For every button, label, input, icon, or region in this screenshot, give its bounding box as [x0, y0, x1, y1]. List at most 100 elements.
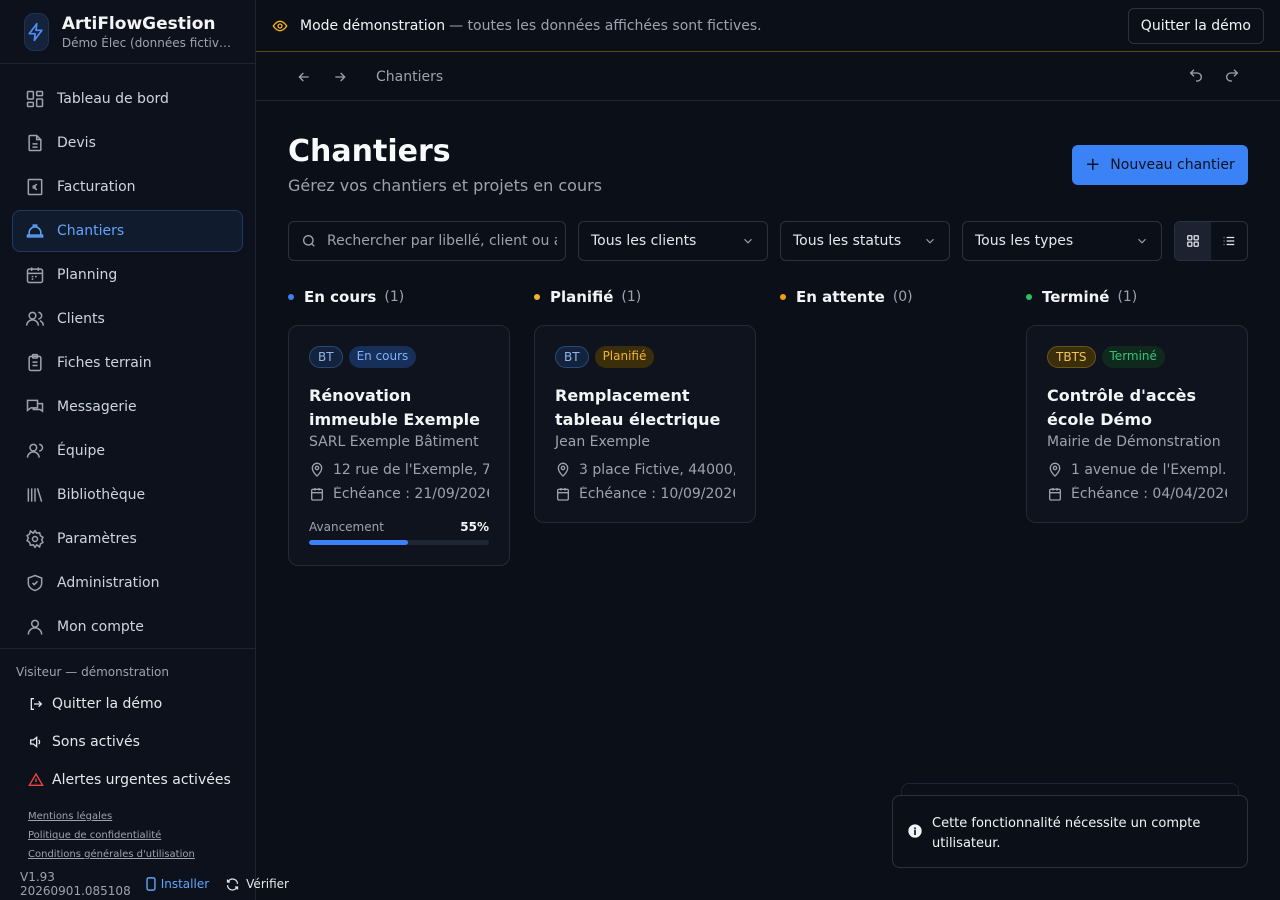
address-text: 3 place Fictive, 44000,... [579, 462, 735, 478]
kanban-column-termine: Terminé (1) TBTS Terminé Contrôle d'accè… [1026, 287, 1248, 523]
sidebar-item-label: Clients [57, 311, 105, 327]
address-text: 12 rue de l'Exemple, 7... [333, 462, 489, 478]
sidebar-item-bibliotheque[interactable]: Bibliothèque [12, 474, 243, 516]
sidebar-item-chantiers[interactable]: Chantiers [12, 210, 243, 252]
client-filter-value: Tous les clients [591, 233, 697, 249]
chantier-card[interactable]: BT Planifié Remplacement tableau électri… [534, 325, 756, 523]
column-title: Planifié [550, 288, 614, 306]
chantier-title: Contrôle d'accès école Démo [1047, 386, 1197, 429]
chantier-title: Rénovation immeuble Exemple [309, 386, 480, 429]
list-icon [1223, 236, 1235, 246]
verify-button[interactable]: Vérifier [225, 877, 289, 892]
sidebar-item-label: Paramètres [57, 531, 137, 547]
map-pin-icon [1049, 462, 1061, 477]
deadline-text: Échéance : 21/09/2026 [333, 486, 489, 502]
map-pin-icon [557, 462, 569, 477]
demo-mode-description: — toutes les données affichées sont fict… [449, 17, 762, 34]
chantier-card[interactable]: BT En cours Rénovation immeuble Exemple … [288, 325, 510, 566]
sidebar-item-tableau-de-bord[interactable]: Tableau de bord [12, 78, 243, 120]
sidebar-item-fiches-terrain[interactable]: Fiches terrain [12, 342, 243, 384]
type-badge: TBTS [1047, 346, 1096, 368]
sidebar-item-label: Fiches terrain [57, 355, 152, 371]
chantier-address: 12 rue de l'Exemple, 7... [309, 462, 489, 478]
forward-arrow-icon[interactable] [332, 69, 348, 85]
sidebar-item-parametres[interactable]: Paramètres [12, 518, 243, 560]
team-icon [26, 443, 44, 458]
dashboard-icon [26, 90, 44, 108]
sidebar-item-equipe[interactable]: Équipe [12, 430, 243, 472]
sidebar-item-mon-compte[interactable]: Mon compte [12, 606, 243, 648]
speaker-icon [30, 735, 41, 749]
new-chantier-button[interactable]: + Nouveau chantier [1072, 145, 1248, 185]
back-arrow-icon[interactable] [296, 69, 312, 85]
column-title: Terminé [1042, 288, 1110, 306]
logout-icon [30, 698, 43, 710]
sidebar-item-label: Chantiers [57, 223, 125, 239]
install-label: Installer [160, 877, 210, 891]
phone-icon [146, 877, 156, 891]
chevron-down-icon [744, 238, 752, 244]
chantier-card[interactable]: TBTS Terminé Contrôle d'accès école Démo… [1026, 325, 1248, 523]
kanban-column-en-cours: En cours (1) BT En cours Rénovation imme… [288, 287, 510, 566]
status-dot [534, 294, 540, 300]
sidebar-item-facturation[interactable]: Facturation [12, 166, 243, 208]
status-dot [288, 294, 294, 300]
quit-demo-link[interactable]: Quitter la démo [0, 685, 255, 723]
sidebar-item-administration[interactable]: Administration [12, 562, 243, 604]
undo-icon[interactable] [1188, 67, 1204, 87]
sidebar-footer: Visiteur — démonstration Quitter la démo… [0, 648, 289, 898]
column-count: (0) [892, 289, 913, 305]
sidebar-nav: Tableau de bord Devis Facturation Chanti… [0, 64, 255, 648]
column-count: (1) [384, 289, 405, 305]
breadcrumb-current: Chantiers [376, 68, 444, 85]
shield-icon [27, 574, 43, 592]
sounds-toggle[interactable]: Sons activés [0, 723, 255, 761]
euro-icon [27, 178, 43, 196]
chantier-deadline: Échéance : 21/09/2026 [309, 486, 489, 502]
progress-value: 55% [460, 520, 489, 534]
brand[interactable]: ArtiFlowGestion Démo Élec (données ficti… [0, 0, 255, 64]
client-filter-select[interactable]: Tous les clients [578, 221, 768, 261]
sidebar-item-clients[interactable]: Clients [12, 298, 243, 340]
grid-view-button[interactable] [1175, 222, 1211, 260]
status-badge: Terminé [1101, 346, 1165, 368]
view-toggle [1174, 221, 1248, 261]
document-icon [28, 134, 42, 152]
app-name: ArtiFlowGestion [61, 13, 216, 34]
privacy-policy-link[interactable]: Politique de confidentialité [28, 826, 255, 845]
sidebar-item-label: Mon compte [57, 619, 144, 635]
type-filter-select[interactable]: Tous les types [962, 221, 1162, 261]
quit-demo-button[interactable]: Quitter la démo [1127, 8, 1264, 44]
status-filter-select[interactable]: Tous les statuts [780, 221, 950, 261]
progress-label: Avancement [309, 520, 384, 534]
gear-icon [26, 529, 44, 549]
eye-icon [272, 20, 288, 31]
sidebar-item-planning[interactable]: Planning [12, 254, 243, 296]
list-view-button[interactable] [1211, 222, 1247, 260]
users-icon [25, 311, 45, 326]
sidebar-item-label: Administration [57, 575, 160, 591]
page-subtitle: Gérez vos chantiers et projets en cours [288, 176, 602, 195]
kanban-column-en-attente: En attente (0) [780, 287, 1002, 307]
map-pin-icon [311, 462, 323, 477]
redo-icon[interactable] [1224, 67, 1240, 87]
search-box[interactable] [288, 221, 566, 261]
new-chantier-label: Nouveau chantier [1110, 157, 1235, 173]
sidebar-item-label: Facturation [57, 179, 136, 195]
chevron-down-icon [1138, 238, 1146, 244]
hardhat-icon [26, 224, 44, 238]
terms-link[interactable]: Conditions générales d'utilisation [28, 845, 255, 864]
sidebar-item-messagerie[interactable]: Messagerie [12, 386, 243, 428]
grid-icon [1187, 235, 1199, 247]
install-button[interactable]: Installer [145, 877, 209, 891]
sidebar-item-devis[interactable]: Devis [12, 122, 243, 164]
search-icon [303, 235, 315, 247]
sounds-label: Sons activés [52, 734, 140, 750]
column-count: (1) [621, 289, 642, 305]
urgent-alerts-toggle[interactable]: Alertes urgentes activées [0, 761, 255, 799]
legal-notice-link[interactable]: Mentions légales [28, 807, 255, 826]
info-toast[interactable]: Cette fonctionnalité nécessite un compte… [892, 795, 1248, 868]
chantier-deadline: Échéance : 10/09/2026 [555, 486, 735, 502]
type-badge: BT [309, 346, 343, 368]
search-input[interactable] [327, 233, 557, 249]
